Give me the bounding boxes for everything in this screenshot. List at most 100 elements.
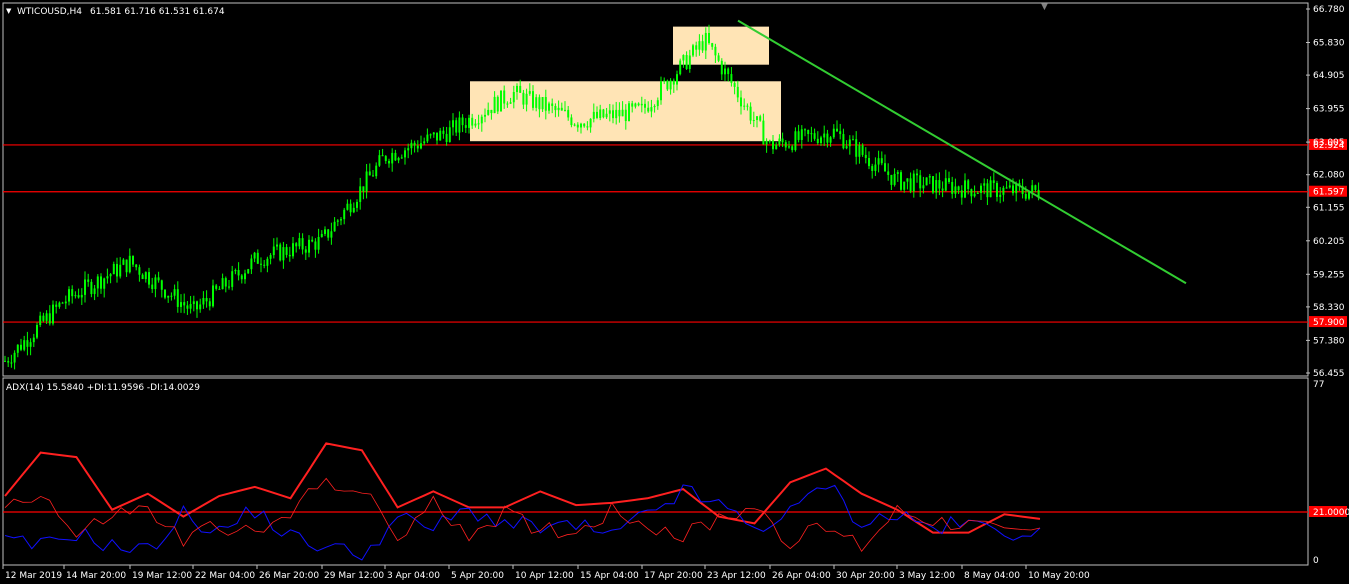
candle-body — [842, 134, 845, 149]
candle-body — [855, 139, 858, 157]
candle-body — [228, 286, 230, 288]
candle-body — [746, 105, 749, 107]
level-price-label: 61.597 — [1313, 188, 1345, 198]
candle-body — [388, 160, 390, 164]
candle-body — [720, 60, 723, 75]
candle-body — [256, 252, 259, 264]
candle-body — [378, 155, 381, 166]
candle-body — [621, 109, 624, 117]
candle-body — [13, 352, 16, 363]
candle-body — [788, 146, 790, 148]
candle-body — [496, 96, 499, 112]
candle-body — [490, 109, 493, 114]
candle-body — [535, 97, 538, 108]
candle-body — [669, 80, 672, 90]
candle-body — [541, 97, 544, 110]
window-menu-arrow[interactable]: ▼ — [6, 7, 12, 15]
candle-body — [247, 269, 250, 274]
candle-body — [868, 158, 870, 167]
candle-body — [784, 142, 787, 148]
candle-body — [736, 86, 739, 98]
candle-body — [615, 109, 618, 119]
candle-body — [768, 140, 771, 142]
time-axis-label: 26 Apr 04:00 — [772, 571, 831, 581]
candle-body — [410, 142, 413, 149]
candle-body — [314, 241, 317, 250]
time-axis-label: 19 Mar 12:00 — [132, 571, 192, 581]
candle-body — [880, 158, 883, 164]
time-axis-label: 5 Apr 20:00 — [451, 571, 504, 581]
candle-body — [618, 109, 621, 117]
candle-body — [84, 279, 86, 295]
candle-body — [381, 155, 384, 157]
candle-body — [909, 178, 912, 192]
candle-body — [500, 90, 502, 112]
candle-body — [896, 172, 899, 174]
price-axis-label: 62.080 — [1313, 171, 1345, 181]
candle-body — [103, 278, 106, 289]
candle-body — [164, 289, 166, 298]
candle-body — [980, 185, 982, 193]
candle-body — [759, 116, 762, 121]
candle-body — [948, 178, 950, 182]
candle-body — [397, 158, 400, 161]
candle-body — [647, 107, 650, 112]
time-axis-label: 29 Mar 12:00 — [324, 571, 384, 581]
time-axis-label: 22 Mar 04:00 — [195, 571, 255, 581]
price-axis-label: 65.830 — [1313, 38, 1345, 48]
candle-body — [596, 111, 598, 118]
candle-body — [733, 82, 736, 87]
candle-body — [333, 221, 336, 232]
candle-body — [196, 301, 198, 310]
candle-body — [660, 81, 662, 101]
candle-body — [461, 117, 464, 126]
candle-body — [845, 146, 848, 149]
time-axis-label: 17 Apr 20:00 — [644, 571, 703, 581]
time-axis-label: 26 Mar 20:00 — [259, 571, 319, 581]
candle-body — [26, 340, 29, 347]
candle-body — [170, 295, 173, 297]
candle-body — [672, 80, 675, 85]
candle-body — [1028, 191, 1030, 199]
candle-body — [608, 110, 611, 114]
candle-body — [989, 180, 992, 198]
candle-body — [900, 172, 902, 190]
time-axis-label: 30 Apr 20:00 — [836, 571, 895, 581]
candle-body — [45, 313, 48, 321]
candle-body — [567, 109, 570, 118]
candle-body — [436, 132, 438, 141]
candle-body — [372, 175, 374, 177]
candle-body — [922, 185, 925, 189]
candle-body — [317, 236, 320, 250]
candle-body — [176, 289, 179, 307]
candle-body — [429, 134, 432, 136]
candle-body — [224, 278, 227, 287]
candle-body — [292, 243, 294, 257]
candle-body — [656, 100, 659, 107]
candle-body — [928, 176, 931, 178]
candle-body — [218, 288, 221, 290]
candle-body — [199, 304, 202, 310]
candle-body — [893, 173, 896, 185]
candle-body — [698, 41, 701, 50]
candle-body — [829, 137, 832, 143]
candle-body — [1005, 187, 1008, 189]
candle-body — [413, 142, 416, 146]
candle-body — [560, 107, 563, 111]
candle-body — [906, 178, 909, 182]
candle-body — [983, 183, 986, 186]
candle-body — [538, 97, 541, 110]
candle-body — [852, 139, 854, 141]
candle-body — [471, 117, 474, 126]
candle-body — [576, 124, 579, 128]
candle-body — [973, 193, 976, 197]
candle-body — [122, 259, 125, 265]
time-axis-label: 15 Apr 04:00 — [580, 571, 639, 581]
candle-body — [730, 74, 733, 83]
candle-body — [663, 80, 666, 82]
candle-body — [938, 180, 941, 189]
candle-body — [960, 190, 963, 198]
candle-body — [420, 143, 422, 149]
candle-body — [807, 130, 810, 134]
scroll-marker-icon[interactable]: ▼ — [1041, 2, 1048, 12]
